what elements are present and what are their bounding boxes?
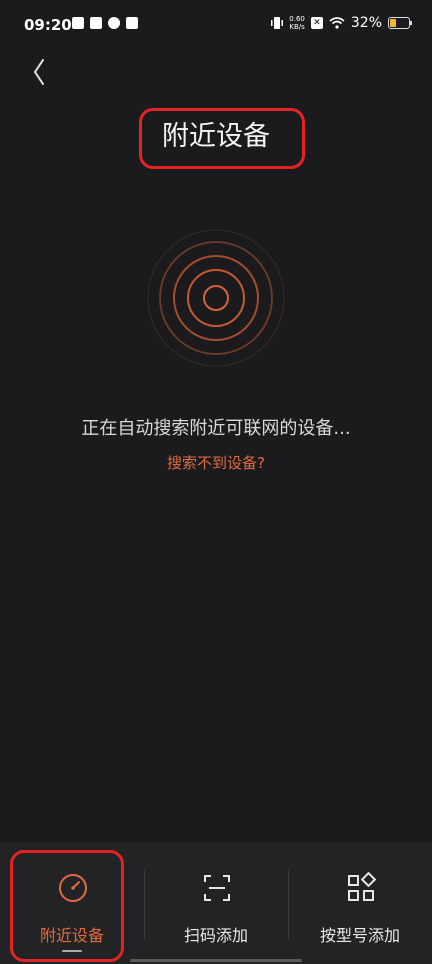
status-time: 09:20 [24,16,72,34]
status-right: 0.60 KB/s ✕ 32% [271,15,412,31]
status-bar: 09:20 0.60 KB/s ✕ 32% [0,0,432,50]
vibrate-icon [271,17,284,29]
tab-label: 扫码添加 [183,926,248,945]
home-indicator[interactable] [130,959,302,962]
chevron-left-icon [34,59,44,85]
tab-add-by-model[interactable]: 按型号添加 [288,842,432,964]
no-sim-icon: ✕ [310,17,323,29]
cannot-find-device-link[interactable]: 搜索不到设备? [0,452,432,473]
link-icon [108,17,120,29]
grid-icon [348,872,377,901]
calendar-icon [90,17,102,29]
radar-icon [147,229,285,367]
title-highlight-box [139,108,305,169]
net-speed-value: 0.60 [289,15,305,23]
notification-icons [72,17,138,29]
scan-icon [204,875,230,901]
tab-highlight-box [10,850,124,962]
battery-icon [388,17,412,29]
battery-percent: 32% [350,15,382,31]
net-speed-unit: KB/s [289,23,305,31]
back-button[interactable] [26,55,54,89]
notification-icon [72,17,84,29]
tab-label: 按型号添加 [319,926,400,945]
searching-status-text: 正在自动搜索附近可联网的设备... [81,418,351,439]
tab-scan-add[interactable]: 扫码添加 [144,842,288,964]
mail-icon [126,17,138,29]
net-speed: 0.60 KB/s [289,15,305,31]
wifi-icon [329,17,345,29]
